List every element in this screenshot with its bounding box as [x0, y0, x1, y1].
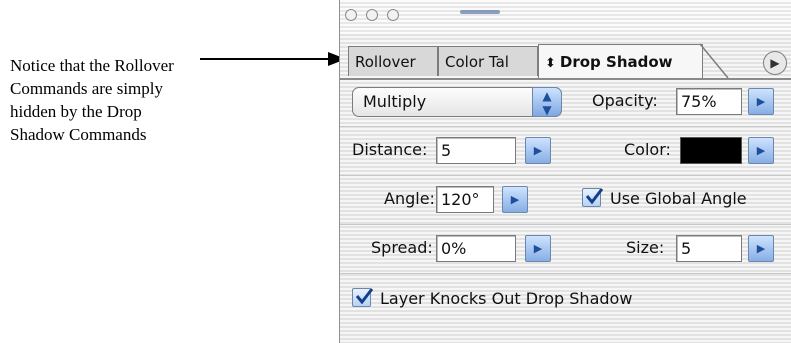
- opacity-field[interactable]: 75%: [676, 88, 742, 115]
- size-slider-button[interactable]: ▶: [748, 235, 774, 262]
- color-label: Color:: [624, 140, 671, 159]
- annotation-line: Shadow Commands: [10, 125, 147, 144]
- updown-arrow-icon: ⬍: [545, 56, 556, 71]
- angle-value: 120°: [441, 190, 480, 209]
- distance-slider-button[interactable]: ▶: [525, 137, 551, 164]
- triangle-right-icon: ▶: [533, 144, 543, 157]
- angle-dial-button[interactable]: ▶: [502, 186, 528, 213]
- triangle-right-icon: ▶: [510, 193, 520, 206]
- checkmark-icon: [585, 188, 604, 205]
- spread-size-row: Spread: 0% ▶ Size: 5 ▶: [340, 225, 791, 274]
- opacity-value: 75%: [681, 92, 717, 111]
- zoom-window-button[interactable]: [387, 9, 399, 21]
- updown-arrows-icon: ▲ ▼: [532, 87, 562, 117]
- size-field[interactable]: 5: [676, 235, 742, 262]
- triangle-right-icon: ▶: [533, 242, 543, 255]
- spread-label: Spread:: [371, 238, 433, 257]
- layer-knocks-out-checkbox[interactable]: [352, 288, 374, 307]
- shadow-color-swatch[interactable]: [680, 137, 742, 164]
- tab-label: Color Tal: [445, 53, 509, 71]
- size-value: 5: [681, 239, 692, 258]
- callout-arrow: [200, 52, 346, 66]
- color-menu-button[interactable]: ▶: [748, 137, 774, 164]
- blend-mode-select[interactable]: Multiply ▲ ▼: [352, 87, 562, 117]
- size-label: Size:: [626, 238, 665, 257]
- annotation-line: hidden by the Drop: [10, 102, 142, 121]
- spread-field[interactable]: 0%: [436, 235, 516, 262]
- spread-value: 0%: [441, 239, 467, 258]
- tab-color-table[interactable]: Color Tal: [438, 46, 538, 76]
- palette-titlebar[interactable]: [340, 0, 791, 34]
- angle-label: Angle:: [384, 189, 435, 208]
- triangle-right-icon: ▶: [756, 144, 766, 157]
- tab-rollover[interactable]: Rollover: [348, 46, 438, 76]
- angle-row: Angle: 120° ▶ Use Global Angle: [340, 176, 791, 225]
- titlebar-decoration: [460, 10, 500, 14]
- palette-tab-row: Rollover Color Tal ⬍ Drop Shadow ▶: [340, 36, 791, 80]
- spread-slider-button[interactable]: ▶: [525, 235, 551, 262]
- distance-color-row: Distance: 5 ▶ Color: ▶: [340, 127, 791, 176]
- blend-opacity-row: Multiply ▲ ▼ Opacity: 75% ▶: [340, 78, 791, 127]
- angle-field[interactable]: 120°: [436, 186, 494, 213]
- triangle-right-icon: ▶: [770, 56, 780, 70]
- tab-drop-shadow[interactable]: ⬍ Drop Shadow: [538, 44, 703, 78]
- annotation-line: Commands are simply: [10, 79, 163, 98]
- layer-knocks-out-label: Layer Knocks Out Drop Shadow: [380, 289, 633, 308]
- distance-field[interactable]: 5: [436, 137, 516, 164]
- distance-value: 5: [441, 141, 452, 160]
- checkmark-icon: [355, 288, 374, 305]
- tab-corner-decoration: [700, 43, 729, 79]
- palette-menu-button[interactable]: ▶: [763, 51, 787, 75]
- opacity-slider-button[interactable]: ▶: [748, 88, 774, 115]
- distance-label: Distance:: [352, 140, 428, 159]
- close-window-button[interactable]: [345, 9, 357, 21]
- layer-knocks-out-row: Layer Knocks Out Drop Shadow: [340, 274, 791, 322]
- layer-style-palette: Rollover Color Tal ⬍ Drop Shadow ▶ Multip…: [339, 0, 791, 343]
- opacity-label: Opacity:: [592, 91, 658, 110]
- use-global-angle-label: Use Global Angle: [610, 189, 747, 208]
- triangle-right-icon: ▶: [756, 95, 766, 108]
- tab-label: Rollover: [355, 53, 416, 71]
- use-global-angle-checkbox[interactable]: [582, 188, 604, 207]
- minimize-window-button[interactable]: [366, 9, 378, 21]
- triangle-right-icon: ▶: [756, 242, 766, 255]
- tab-label: Drop Shadow: [559, 53, 673, 71]
- blend-mode-value: Multiply: [363, 92, 427, 111]
